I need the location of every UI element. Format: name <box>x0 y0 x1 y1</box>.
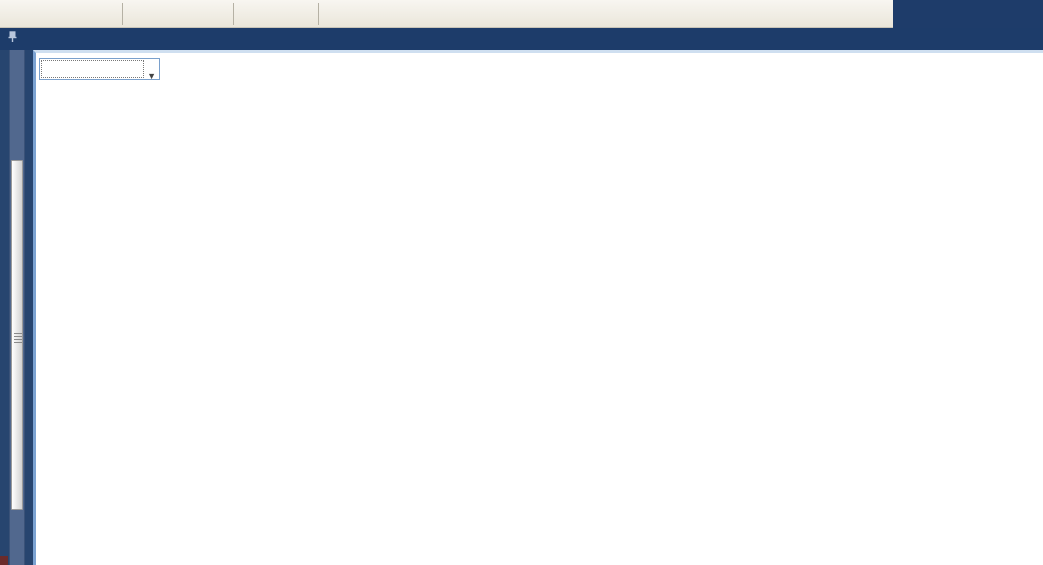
pin-icon[interactable] <box>7 31 18 46</box>
document-tab-bar <box>0 28 1043 50</box>
ladder-canvas[interactable] <box>65 80 1043 565</box>
contact-open-partial-icon[interactable] <box>2 1 15 27</box>
ladder-editor: ▼ <box>33 50 1043 565</box>
falling-pulse-contact-icon[interactable] <box>41 1 67 27</box>
toolbar-separator <box>318 3 319 25</box>
toolbar <box>0 0 1043 28</box>
or-rising-pulse-icon[interactable] <box>126 1 152 27</box>
falling-pulse-close-contact-icon[interactable] <box>93 1 119 27</box>
toolbar-separator <box>233 3 234 25</box>
rising-pulse-close-contact-icon[interactable] <box>67 1 93 27</box>
gx-works3-window: ▼ <box>0 0 1043 565</box>
falling-conversion-icon[interactable] <box>263 1 289 27</box>
vertical-scrollbar[interactable] <box>9 50 25 565</box>
focus-outline <box>42 61 143 77</box>
or-rising-pulse-close-icon[interactable] <box>178 1 204 27</box>
left-dock-edge <box>0 50 33 565</box>
rising-pulse-contact-icon[interactable] <box>15 1 41 27</box>
scrollbar-thumb[interactable] <box>11 160 23 510</box>
or-falling-pulse-icon[interactable] <box>152 1 178 27</box>
scrollbar-grip <box>14 333 22 345</box>
rising-conversion-icon[interactable] <box>237 1 263 27</box>
write-mode-dropdown[interactable]: ▼ <box>39 58 160 80</box>
invert-result-icon[interactable] <box>289 1 315 27</box>
toolbar-separator <box>122 3 123 25</box>
dock-corner <box>0 556 8 565</box>
st-inline-icon[interactable] <box>322 1 348 27</box>
ladder-toolbar <box>0 0 893 28</box>
or-falling-pulse-close-icon[interactable] <box>204 1 230 27</box>
